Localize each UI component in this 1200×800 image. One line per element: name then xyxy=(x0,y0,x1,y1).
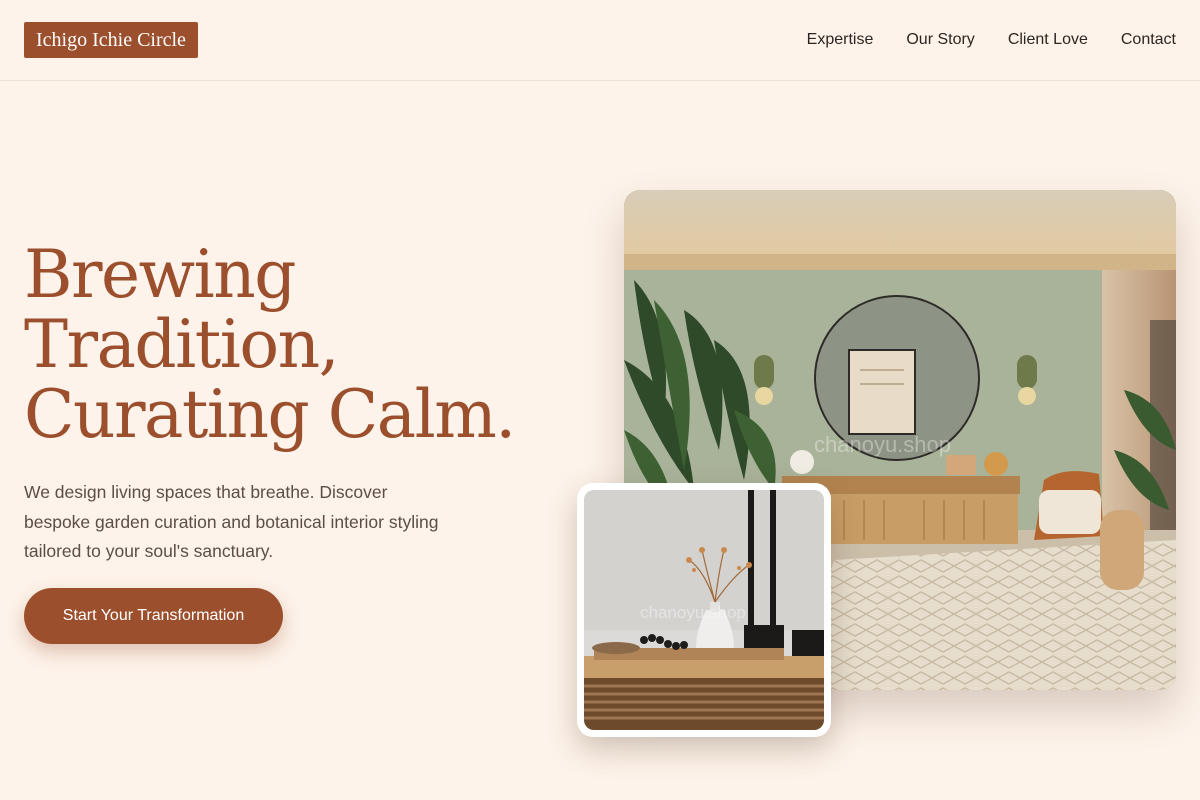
decor-photo-card: chanoyu.shop xyxy=(577,483,831,737)
site-header: Ichigo Ichie Circle Expertise Our Story … xyxy=(0,0,1200,81)
nav-link-our-story[interactable]: Our Story xyxy=(906,28,974,52)
inset-photo-watermark: chanoyu.shop xyxy=(640,603,746,622)
headline-line-1: Brewing xyxy=(24,236,296,313)
main-photo-watermark: chanoyu.shop xyxy=(814,432,951,457)
hero-headline: Brewing Tradition, Curating Calm. xyxy=(24,240,564,450)
nav-link-client-love[interactable]: Client Love xyxy=(1008,28,1088,52)
brand-logo[interactable]: Ichigo Ichie Circle xyxy=(24,22,198,58)
start-transformation-button[interactable]: Start Your Transformation xyxy=(24,588,283,644)
decor-photo: chanoyu.shop xyxy=(584,490,824,730)
nav-link-expertise[interactable]: Expertise xyxy=(807,28,874,52)
headline-line-2: Tradition, xyxy=(24,306,340,383)
headline-line-3: Curating Calm. xyxy=(24,376,516,453)
nav-link-contact[interactable]: Contact xyxy=(1121,28,1176,52)
hero-description: We design living spaces that breathe. Di… xyxy=(24,482,439,561)
main-nav: Expertise Our Story Client Love Contact xyxy=(807,28,1176,52)
